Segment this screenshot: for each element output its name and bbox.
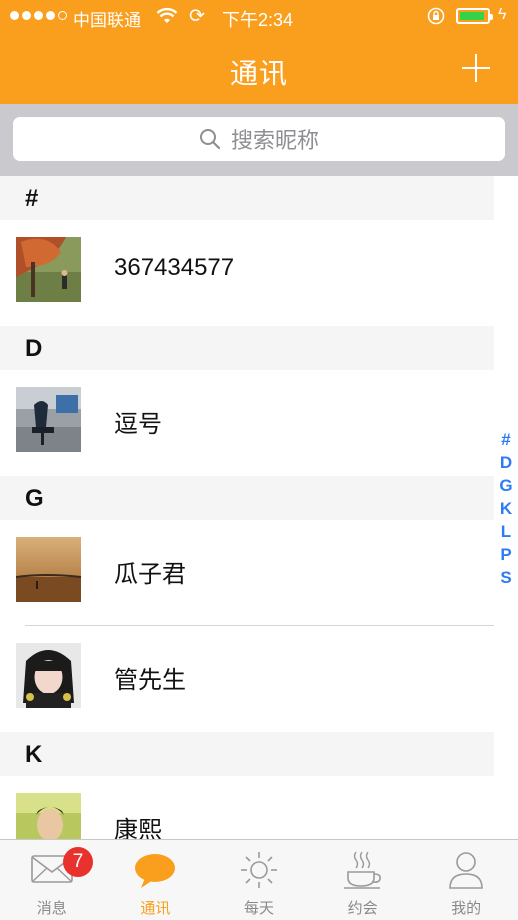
page-title: 通讯 <box>229 58 288 89</box>
unread-badge: 7 <box>63 847 93 877</box>
status-bar: 中国联通 ⟳ 下午2:34 ϟ <box>0 0 518 34</box>
index-letter[interactable]: K <box>500 497 512 520</box>
tab-contacts[interactable]: 通讯 <box>104 840 208 920</box>
tab-bar: 7 消息 通讯 每天 约会 我的 <box>0 839 518 920</box>
sync-icon: ⟳ <box>189 6 205 27</box>
avatar <box>16 643 81 708</box>
index-letter[interactable]: G <box>499 474 512 497</box>
wifi-icon <box>156 7 178 30</box>
section-header: K <box>0 732 494 776</box>
search-input[interactable]: 搜索昵称 <box>13 117 505 161</box>
search-placeholder: 搜索昵称 <box>230 128 319 153</box>
status-time: 下午2:34 <box>222 10 294 30</box>
add-contact-button[interactable] <box>458 50 494 86</box>
tab-label: 消息 <box>36 900 67 917</box>
contact-name: 管先生 <box>114 667 186 694</box>
avatar <box>16 237 81 302</box>
index-letter[interactable]: P <box>500 543 511 566</box>
tab-daily[interactable]: 每天 <box>207 840 311 920</box>
section-header: D <box>0 326 494 370</box>
tab-label: 约会 <box>347 900 378 917</box>
contact-name: 逗号 <box>114 411 162 438</box>
index-letter[interactable]: D <box>500 451 512 474</box>
contact-row[interactable]: 瓜子君 <box>0 520 494 626</box>
tab-me[interactable]: 我的 <box>414 840 518 920</box>
contact-row[interactable]: 管先生 <box>0 626 494 732</box>
tab-messages[interactable]: 7 消息 <box>0 840 104 920</box>
chat-bubble-icon <box>133 850 177 895</box>
avatar <box>16 387 81 452</box>
sun-icon <box>239 850 279 895</box>
section-index-bar[interactable]: # D G K L P S <box>496 428 516 589</box>
tab-label: 每天 <box>243 900 274 917</box>
carrier-label: 中国联通 <box>73 11 141 30</box>
tab-label: 通讯 <box>140 900 171 917</box>
contact-name: 瓜子君 <box>114 561 186 588</box>
orientation-lock-icon <box>427 7 445 30</box>
search-bar: 搜索昵称 <box>0 104 518 176</box>
contact-name: 367434577 <box>114 254 235 281</box>
contact-list: # 367434577 D 逗号 G 瓜子君 管先生 K 康熙 <box>0 176 494 882</box>
search-icon <box>199 128 221 150</box>
section-header: # <box>0 176 494 220</box>
person-icon <box>448 850 484 895</box>
coffee-cup-icon <box>342 850 384 895</box>
index-letter[interactable]: S <box>500 566 511 589</box>
contact-row[interactable]: 367434577 <box>0 220 494 326</box>
index-letter[interactable]: # <box>501 428 510 451</box>
top-bar: 中国联通 ⟳ 下午2:34 ϟ 通讯 <box>0 0 518 104</box>
tab-label: 我的 <box>451 900 482 917</box>
signal-strength-icon <box>10 11 67 20</box>
battery-icon <box>456 8 493 24</box>
tab-dates[interactable]: 约会 <box>311 840 415 920</box>
section-header: G <box>0 476 494 520</box>
avatar <box>16 537 81 602</box>
index-letter[interactable]: L <box>501 520 511 543</box>
contact-row[interactable]: 逗号 <box>0 370 494 476</box>
charging-icon: ϟ <box>498 6 507 23</box>
